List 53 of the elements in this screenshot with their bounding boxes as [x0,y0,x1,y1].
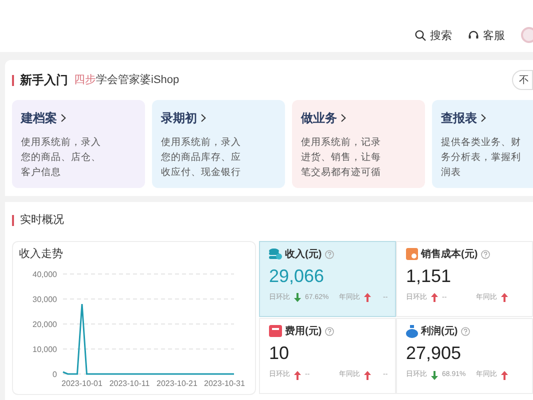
search-button[interactable]: 搜索 [415,28,452,44]
avatar[interactable] [521,27,533,43]
step-title: 建档案 [21,110,57,127]
customer-service-button[interactable]: 客服 [468,28,505,44]
step-description: 使用系统前，录入您的商品、店仓、客户信息 [21,136,102,180]
step-card[interactable]: 查报表 提供各类业务、财务分析表，掌握利润表 [432,100,533,188]
section-subtitle: 四步学会管家婆iShop [74,72,180,88]
step-card[interactable]: 建档案 使用系统前，录入您的商品、店仓、客户信息 [12,100,145,188]
stat-title: 销售成本(元) [421,248,478,262]
y-tick-label: 40,000 [32,270,57,279]
x-tick-label: 2023-10-11 [109,379,150,388]
search-icon [415,30,426,42]
step-title: 查报表 [441,110,477,127]
y-tick-label: 20,000 [32,320,57,329]
hide-button[interactable]: 不 [512,70,533,90]
chevron-right-icon [61,114,66,122]
stat-title: 费用(元) [285,324,322,339]
y-tick-label: 30,000 [32,295,57,304]
step-description: 使用系统前，录入您的商品库存、应收应付、现金银行 [161,136,242,180]
step-description: 使用系统前，记录进货、销售，让每笔交易都有迹可循 [301,136,382,180]
help-icon [324,326,334,336]
help-icon [460,326,470,336]
chevron-right-icon [201,114,206,122]
help-icon [324,250,334,258]
stat-value: 27,905 [406,342,462,365]
chart-title: 收入走势 [19,246,64,262]
x-tick-label: 2023-10-01 [62,379,102,388]
document-icon [406,248,418,260]
x-tick-label: 2023-10-21 [156,379,198,388]
title-marker [12,214,14,226]
stat-title: 收入(元) [285,248,322,262]
headset-icon [468,30,479,42]
chevron-right-icon [341,114,346,122]
money-bag-icon [406,324,418,338]
step-title: 录期初 [161,110,197,127]
y-tick-label: 0 [52,370,57,379]
stat-value: 10 [269,342,290,365]
title-marker [12,74,14,86]
step-description: 提供各类业务、财务分析表，掌握利润表 [441,136,522,180]
stat-title: 利润(元) [421,324,458,339]
help-icon [480,250,490,258]
coins-icon [269,248,282,260]
wallet-icon [269,325,282,338]
step-title: 做业务 [301,110,337,127]
chevron-right-icon [481,114,486,122]
x-tick-label: 2023-10-31 [204,379,245,388]
section-title: 新手入门 [20,72,68,89]
stat-value: 29,066 [269,264,326,288]
step-card[interactable]: 录期初 使用系统前，录入您的商品库存、应收应付、现金银行 [152,100,285,188]
y-tick-label: 10,000 [32,345,57,354]
section-title: 实时概况 [20,212,64,228]
step-card[interactable]: 做业务 使用系统前，记录进货、销售，让每笔交易都有迹可循 [292,100,425,188]
stat-value: 1,151 [406,264,452,288]
